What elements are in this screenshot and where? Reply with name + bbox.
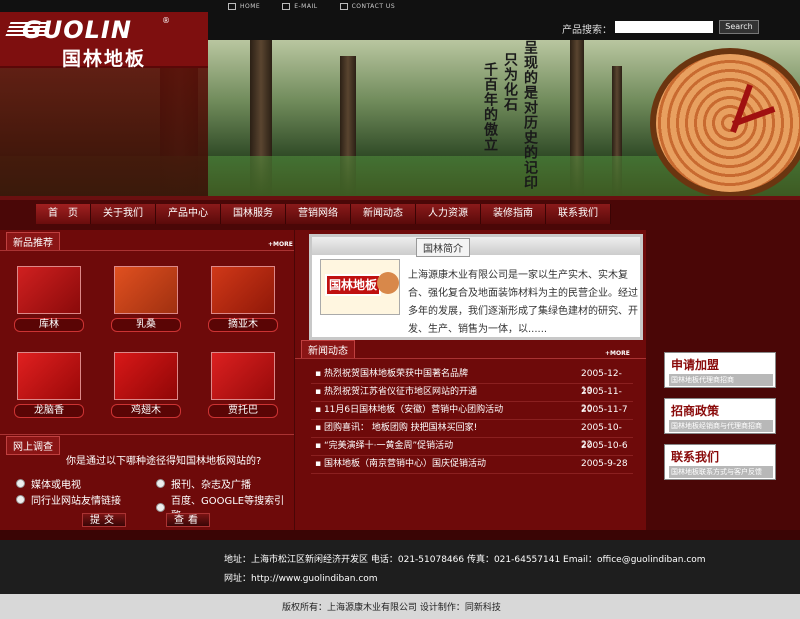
product-image [17, 352, 81, 400]
join-button[interactable]: 申请加盟 国林地板代理商招商 [664, 352, 776, 388]
search-button[interactable]: Search [719, 20, 759, 34]
search-label: 产品搜索： [562, 25, 612, 36]
policy-subtitle: 国林地板经销商与代理商招商 [669, 420, 773, 432]
product-image [211, 266, 275, 314]
divider [0, 250, 294, 251]
survey-option[interactable]: 报刊、杂志及广播 [156, 476, 251, 491]
survey-title: 网上调查 [6, 436, 60, 455]
nav-contact[interactable]: 联系我们 [546, 204, 611, 224]
product-item[interactable]: 库林 [14, 266, 84, 332]
news-item[interactable]: ▪ 热烈祝贺国林地板荣获中国著名品牌 2005-12-19 [311, 366, 633, 396]
product-label: 库林 [14, 318, 84, 332]
product-item[interactable]: 摘亚木 [208, 266, 278, 332]
survey-option[interactable]: 同行业网站友情链接 [16, 492, 121, 507]
news-title: 新闻动态 [301, 340, 355, 359]
right-column: 申请加盟 国林地板代理商招商 招商政策 国林地板经销商与代理商招商 联系我们 国… [646, 230, 800, 530]
nav-home[interactable]: 首 页 [36, 204, 91, 224]
product-label: 龙脑香 [14, 404, 84, 418]
wood-disk-image [377, 272, 399, 294]
product-item[interactable]: 乳桑 [111, 266, 181, 332]
logo-registered-mark: ® [162, 16, 170, 25]
nav-news[interactable]: 新闻动态 [351, 204, 416, 224]
footer-copyright: 版权所有：上海源康木业有限公司 设计制作：同新科技 [282, 603, 501, 613]
intro-text: 上海源康木业有限公司是一家以生产实木、实木复合、强化复合及地面装饰材料为主的民营… [408, 270, 638, 335]
nav-guide[interactable]: 装修指南 [481, 204, 546, 224]
divider [0, 434, 294, 435]
product-label: 摘亚木 [208, 318, 278, 332]
product-item[interactable]: 龙脑香 [14, 352, 84, 418]
product-image [17, 266, 81, 314]
product-label: 鸡翅木 [111, 404, 181, 418]
policy-button[interactable]: 招商政策 国林地板经销商与代理商招商 [664, 398, 776, 434]
intro-badge: 国林地板 [325, 274, 381, 296]
product-image [211, 352, 275, 400]
survey-view-button[interactable]: 查看 [166, 513, 210, 527]
logo[interactable]: GUOLIN ® 国林地板 [0, 12, 208, 70]
intro-title: 国林简介 [416, 238, 470, 257]
nav-items: 首 页 关于我们 产品中心 国林服务 营销网络 新闻动态 人力资源 装修指南 联… [36, 204, 611, 224]
wood-clock-image [650, 48, 800, 196]
contact-subtitle: 国林地板联系方式与客户反馈 [669, 466, 773, 478]
company-intro-box: 国林简介 国林地板 上海源康木业有限公司是一家以生产实木、实木复合、强化复合及地… [309, 234, 643, 340]
nav-network[interactable]: 营销网络 [286, 204, 351, 224]
logo-text-en: GUOLIN [22, 16, 132, 44]
footer-copyright-bar: 版权所有：上海源康木业有限公司 设计制作：同新科技 [0, 594, 800, 619]
left-column: 新品推荐 +MORE 库林 乳桑 摘亚木 龙脑香 鸡翅木 贾托巴 网上调查 你是… [0, 230, 294, 530]
contact-button[interactable]: 联系我们 国林地板联系方式与客户反馈 [664, 444, 776, 480]
products-more-link[interactable]: +MORE [268, 241, 293, 248]
news-item[interactable]: ▪ 国林地板（南京营销中心）国庆促销活动 2005-9-28 [311, 456, 633, 474]
footer-info: 地址：上海市松江区新闲经济开发区 电话：021-51078466 传真：021-… [0, 540, 800, 594]
join-subtitle: 国林地板代理商招商 [669, 374, 773, 386]
main-nav: 首 页 关于我们 产品中心 国林服务 营销网络 新闻动态 人力资源 装修指南 联… [0, 196, 800, 230]
radio-button[interactable] [156, 479, 165, 488]
news-item[interactable]: ▪ “完美演绎十·一黄金周”促销活动 2005-10-6 [311, 438, 633, 456]
home-link[interactable]: HOME [228, 3, 260, 10]
radio-button[interactable] [16, 495, 25, 504]
nav-products[interactable]: 产品中心 [156, 204, 221, 224]
radio-button[interactable] [16, 479, 25, 488]
logo-text-cn: 国林地板 [62, 48, 147, 70]
product-image [114, 352, 178, 400]
policy-title: 招商政策 [671, 404, 720, 418]
product-label: 贾托巴 [208, 404, 278, 418]
survey-submit-button[interactable]: 提交 [82, 513, 126, 527]
news-item[interactable]: ▪ 热烈祝贺江苏省仪征市地区网站的开通 2005-11-20 [311, 384, 633, 414]
email-link[interactable]: E-MAIL [282, 3, 317, 10]
contact-title: 联系我们 [671, 450, 720, 464]
divider [295, 358, 647, 359]
product-item[interactable]: 鸡翅木 [111, 352, 181, 418]
nav-about[interactable]: 关于我们 [91, 204, 156, 224]
news-item[interactable]: ▪ 11月6日国林地板（安徽）营销中心团购活动 2005-11-7 [311, 402, 633, 420]
banner-slogan-2: 只为化石 [502, 52, 518, 112]
nav-service[interactable]: 国林服务 [221, 204, 286, 224]
banner-left-panel [0, 68, 208, 196]
contact-icon [339, 3, 348, 10]
top-links: HOME E-MAIL CONTACT US [228, 3, 409, 10]
home-icon [228, 3, 236, 10]
intro-header: 国林简介 [312, 237, 640, 257]
footer-url: 网址：http://www.guolindiban.com [224, 574, 378, 584]
mail-icon [282, 3, 291, 10]
products-title: 新品推荐 [6, 232, 60, 251]
join-title: 申请加盟 [671, 358, 720, 372]
product-item[interactable]: 贾托巴 [208, 352, 278, 418]
news-more-link[interactable]: +MORE [605, 350, 630, 357]
contact-link[interactable]: CONTACT US [339, 3, 396, 10]
middle-column: 国林简介 国林地板 上海源康木业有限公司是一家以生产实木、实木复合、强化复合及地… [294, 230, 647, 530]
news-item[interactable]: ▪ 团购喜讯： 地板团购 抉把国林买回家! 2005-10-22 [311, 420, 633, 450]
survey-option[interactable]: 媒体或电视 [16, 476, 81, 491]
footer-address: 地址：上海市松江区新闲经济开发区 电话：021-51078466 传真：021-… [224, 555, 706, 565]
product-image [114, 266, 178, 314]
banner-slogan-3: 呈现的是对历史的记印 [522, 40, 538, 190]
search-input[interactable] [615, 21, 713, 33]
nav-hr[interactable]: 人力资源 [416, 204, 481, 224]
product-label: 乳桑 [111, 318, 181, 332]
radio-button[interactable] [156, 502, 165, 512]
survey-question: 你是通过以下哪种途径得知国林地板网站的? [66, 456, 262, 467]
intro-image[interactable]: 国林地板 [320, 259, 400, 315]
banner-slogan-1: 千百年的傲立 [482, 62, 498, 152]
